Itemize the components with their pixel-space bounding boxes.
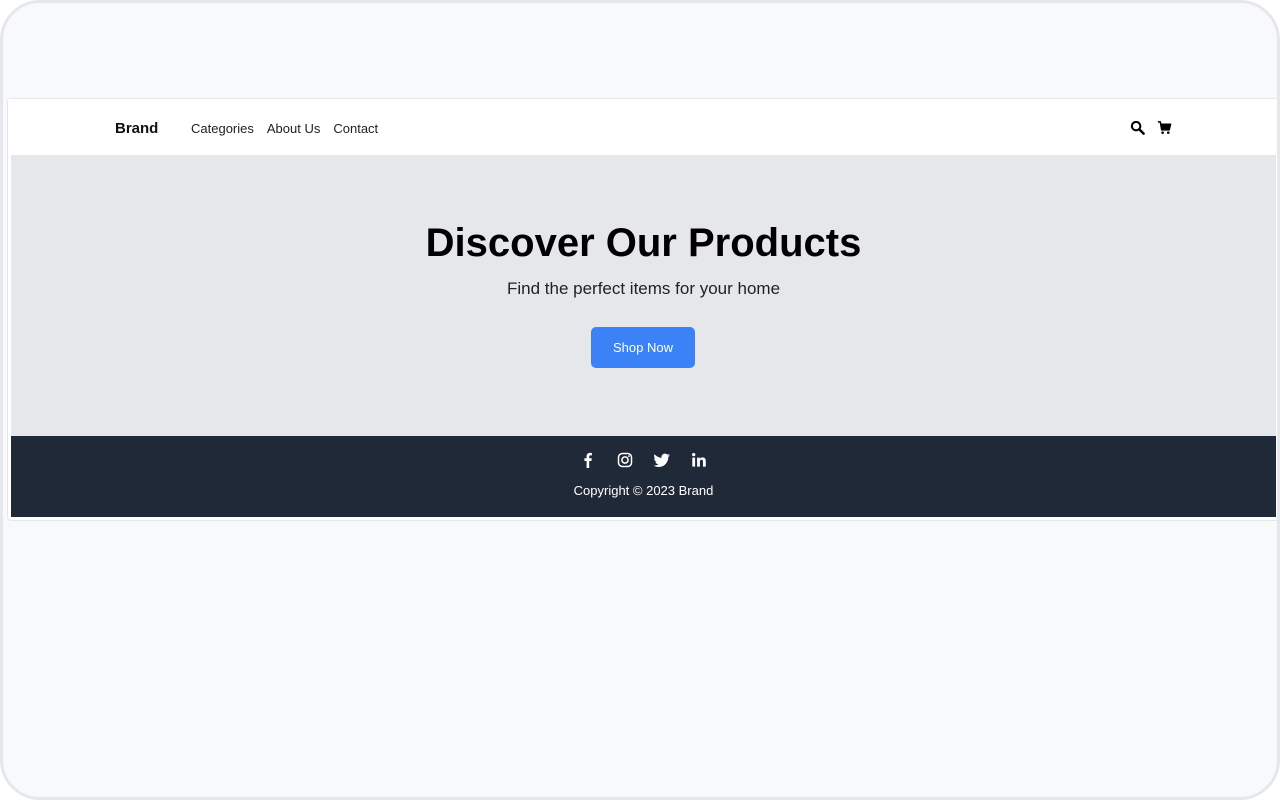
hero-subtitle: Find the perfect items for your home — [506, 279, 781, 298]
social-links — [11, 451, 1276, 469]
navbar: Brand Categories About Us Contact — [8, 99, 1277, 155]
nav-icons — [1130, 120, 1172, 135]
facebook-icon[interactable] — [579, 451, 597, 469]
shop-now-button[interactable]: Shop Now — [591, 327, 695, 368]
web-page: Brand Categories About Us Contact Discov… — [7, 98, 1277, 521]
device-frame: Brand Categories About Us Contact Discov… — [0, 0, 1280, 800]
footer: Copyright © 2023 Brand — [11, 436, 1276, 517]
hero-section: Discover Our Products Find the perfect i… — [11, 155, 1276, 436]
nav-links: Categories About Us Contact — [191, 120, 378, 138]
twitter-icon[interactable] — [653, 451, 671, 469]
nav-link-categories[interactable]: Categories — [191, 120, 254, 138]
instagram-icon[interactable] — [616, 451, 634, 469]
linkedin-icon[interactable] — [690, 451, 708, 469]
nav-link-contact[interactable]: Contact — [333, 120, 378, 138]
copyright-text: Copyright © 2023 Brand — [573, 483, 714, 498]
hero-title: Discover Our Products — [425, 221, 862, 265]
cart-icon[interactable] — [1157, 120, 1172, 135]
search-icon[interactable] — [1130, 120, 1145, 135]
brand-logo[interactable]: Brand — [115, 119, 158, 139]
nav-link-about-us[interactable]: About Us — [267, 120, 320, 138]
